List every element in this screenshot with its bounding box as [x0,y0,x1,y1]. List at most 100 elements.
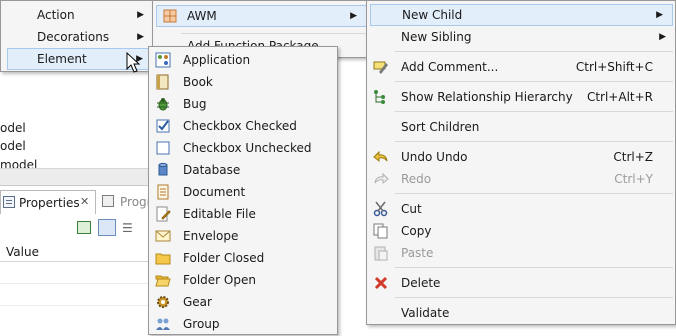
tab-properties[interactable]: Properties ✕ [0,190,96,214]
menu-separator [395,81,673,82]
add-comment-icon [373,59,389,75]
menu-item-label: Action [37,8,75,22]
properties-grid-line [0,305,152,306]
menu-item-database[interactable]: Database [149,159,337,181]
menu-separator [395,141,673,142]
submenu-arrow-icon: ▶ [659,32,666,42]
menu-item-copy[interactable]: Copy [367,220,675,242]
menu-item-label: Redo [401,172,432,186]
awm-icon [162,8,178,24]
relationship-hierarchy-icon [373,89,389,105]
menu-item-awm[interactable]: AWM ▶ [156,5,367,27]
submenu-arrow-icon: ▶ [137,32,144,42]
menu-item-label: Paste [401,246,434,260]
horizontal-scrollbar[interactable] [0,168,152,185]
checkbox-checked-icon [155,118,171,134]
menu-separator [395,297,673,298]
menu-item-label: Folder Open [183,273,256,287]
tree-row[interactable]: model [0,158,37,168]
menu-item-label: Validate [401,306,450,320]
tab-progress[interactable]: Progr [100,190,152,214]
progress-icon [102,195,114,207]
properties-tab-label: Properties [19,196,80,210]
menu-item-sort-children[interactable]: Sort Children [367,116,675,138]
menu-item-gear[interactable]: Gear [149,291,337,313]
tree-row[interactable]: odel [0,139,26,155]
properties-grid-line [0,283,152,284]
menu-item-checkbox-unchecked[interactable]: Checkbox Unchecked [149,137,337,159]
database-icon [155,162,171,178]
menu-separator [395,193,673,194]
menu-item-label: Show Relationship Hierarchy [401,90,573,104]
menu-item-folder-open[interactable]: Folder Open [149,269,337,291]
properties-icon [3,196,15,208]
tree-row-label: odel [0,121,26,135]
menu-item-label: Undo Undo [401,150,468,164]
menu-item-label: New Sibling [401,30,472,44]
menu-item-label: Application [183,53,251,67]
menu-item-cut[interactable]: Cut [367,198,675,220]
editable-file-icon [155,206,171,222]
value-column-label: Value [6,245,39,259]
pin-icon[interactable] [77,221,91,234]
menu-item-envelope[interactable]: Envelope [149,225,337,247]
folder-open-icon [155,272,171,288]
menu-item-editable-file[interactable]: Editable File [149,203,337,225]
menu-item-label: Editable File [183,207,256,221]
menu-item-folder-closed[interactable]: Folder Closed [149,247,337,269]
menu-item-label: Decorations [37,30,110,44]
paste-icon [373,245,389,261]
checkbox-unchecked-icon [155,140,171,156]
properties-toolbar: ☰ [70,216,152,240]
menu-item-shortcut: Ctrl+Alt+R [586,90,653,104]
menu-item-book[interactable]: Book [149,71,337,93]
tree-row[interactable]: odel [0,121,26,137]
tree-row-label: model [0,158,38,168]
menu-item-label: Delete [401,276,441,290]
menu-item-label: New Child [402,8,463,22]
menu-item-delete[interactable]: Delete [367,272,675,294]
menu-item-checkbox-checked[interactable]: Checkbox Checked [149,115,337,137]
menu-item-document[interactable]: Document [149,181,337,203]
menu-item-redo[interactable]: Redo Ctrl+Y [367,168,675,190]
menu-item-label: Gear [183,295,212,309]
menu-item-label: Sort Children [401,120,480,134]
menu-item-label: Element [37,52,87,66]
menu-item-bug[interactable]: Bug [149,93,337,115]
menu-separator [395,51,673,52]
menu-item-label: Document [183,185,246,199]
close-icon[interactable]: ✕ [80,195,89,208]
menu-item-add-comment[interactable]: Add Comment... Ctrl+Shift+C [367,56,675,78]
categories-icon[interactable] [98,219,116,236]
advanced-icon[interactable]: ☰ [122,221,133,235]
context-menu-element: Application Book Bug Checkbox Checked Ch… [148,46,338,335]
menu-item-label: Book [183,75,213,89]
menu-item-label: Envelope [183,229,239,243]
menu-item-validate[interactable]: Validate [367,302,675,324]
group-icon [155,316,171,332]
value-column-header: Value [0,243,152,262]
menu-item-undo[interactable]: Undo Undo Ctrl+Z [367,146,675,168]
menu-item-label: Folder Closed [183,251,265,265]
redo-icon [373,171,389,187]
menu-item-new-sibling[interactable]: New Sibling ▶ [367,26,675,48]
submenu-arrow-icon: ▶ [350,11,357,21]
progress-tab-label: Progr [120,195,152,209]
book-icon [155,74,171,90]
menu-separator [395,111,673,112]
menu-item-label: Database [183,163,241,177]
menu-item-group[interactable]: Group [149,313,337,335]
context-menu-level-3: New Child ▶ New Sibling ▶ Add Comment...… [366,0,676,325]
envelope-icon [155,228,171,244]
menu-item-label: AWM [187,9,217,23]
menu-item-action[interactable]: Action ▶ [1,4,153,26]
bug-icon [155,96,171,112]
menu-item-new-child[interactable]: New Child ▶ [370,4,673,26]
menu-item-shortcut: Ctrl+Shift+C [575,60,653,74]
menu-item-shortcut: Ctrl+Y [614,172,653,186]
document-icon [155,184,171,200]
menu-item-paste[interactable]: Paste [367,242,675,264]
menu-item-application[interactable]: Application [149,49,337,71]
menu-item-show-relationship-hierarchy[interactable]: Show Relationship Hierarchy Ctrl+Alt+R [367,86,675,108]
menu-item-decorations[interactable]: Decorations ▶ [1,26,153,48]
